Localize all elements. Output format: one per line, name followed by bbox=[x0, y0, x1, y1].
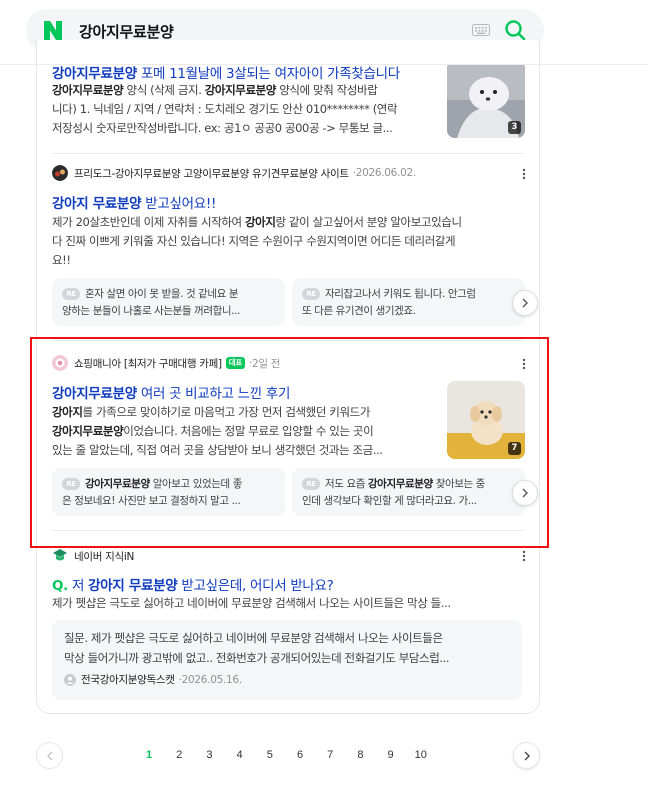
chevron-right-icon bbox=[524, 751, 530, 761]
result-title[interactable]: 강아지무료분양 포메 11월날에 3살되는 여자아이 가족찾습니다 bbox=[52, 65, 400, 82]
next-page-button[interactable] bbox=[513, 742, 540, 769]
result-snippet: 제가 펫샵은 극도로 싫어하고 네이버에 무료분양 검색해서 나오는 사이트들은… bbox=[52, 596, 451, 610]
user-avatar-icon bbox=[64, 673, 76, 686]
page-number-1[interactable]: 1 bbox=[139, 749, 159, 761]
more-options-icon[interactable] bbox=[522, 550, 526, 562]
highlight-box bbox=[30, 337, 549, 548]
image-count-badge: 3 bbox=[508, 121, 521, 134]
prev-page-button[interactable] bbox=[36, 742, 63, 769]
naver-logo-icon[interactable] bbox=[44, 21, 62, 40]
page-number-2[interactable]: 2 bbox=[169, 749, 189, 761]
page-number-7[interactable]: 7 bbox=[320, 749, 340, 761]
page-number-10[interactable]: 10 bbox=[411, 749, 431, 761]
page-number-3[interactable]: 3 bbox=[199, 749, 219, 761]
reply-badge: RE bbox=[62, 288, 80, 300]
question-mark-label: Q. bbox=[52, 578, 69, 594]
result-source[interactable]: 네이버 지식iN bbox=[52, 548, 134, 564]
chevron-left-icon bbox=[47, 751, 53, 761]
kin-favicon-icon bbox=[53, 549, 67, 561]
answer-text: 질문. 제가 펫샵은 극도로 싫어하고 네이버에 무료분양 검색해서 나오는 사… bbox=[64, 631, 450, 665]
search-input[interactable]: 강아지무료분양 bbox=[79, 21, 174, 42]
answer-author: 전국강아지분양독스캣 · 2026.05.16. bbox=[64, 672, 510, 687]
comment-card[interactable]: RE 혼자 살면 아이 못 받을. 것 같네요 분 양하는 분들이 나홀로 사는분… bbox=[52, 278, 285, 326]
comments-next-button[interactable] bbox=[512, 290, 538, 316]
result-top: 강아지무료분양 포메 11월날에 3살되는 여자아이 가족찾습니다 강아지무료분… bbox=[0, 65, 648, 155]
answer-card[interactable]: 질문. 제가 펫샵은 극도로 싫어하고 네이버에 무료분양 검색해서 나오는 사… bbox=[52, 620, 522, 700]
result-title[interactable]: 강아지 무료분양 받고싶어요!! bbox=[52, 192, 216, 212]
page-number-9[interactable]: 9 bbox=[381, 749, 401, 761]
chevron-right-icon bbox=[522, 298, 528, 308]
site-favicon-icon bbox=[52, 165, 68, 181]
more-options-icon[interactable] bbox=[522, 168, 526, 180]
page-number-4[interactable]: 4 bbox=[230, 749, 250, 761]
comment-card[interactable]: RE 자리잡고나서 키워도 됩니다. 안그럼 또 다른 유기견이 생기겠죠. bbox=[292, 278, 525, 326]
page-number-6[interactable]: 6 bbox=[290, 749, 310, 761]
keyboard-icon[interactable] bbox=[472, 24, 490, 36]
result-title[interactable]: Q. 저 강아지 무료분양 받고싶은데, 어디서 받나요? bbox=[52, 574, 334, 594]
search-icon[interactable] bbox=[504, 19, 526, 41]
result-snippet: 강아지무료분양 양식 (삭제 금지. 강아지무료분양 양식에 맞춰 작성바랍 니… bbox=[52, 83, 398, 135]
result-thumbnail[interactable]: 3 bbox=[447, 65, 525, 138]
page-number-5[interactable]: 5 bbox=[260, 749, 280, 761]
reply-badge: RE bbox=[302, 288, 320, 300]
result-snippet: 제가 20살초반인데 이제 자취를 시작하여 강아지랑 같이 살고싶어서 분양 … bbox=[52, 215, 462, 267]
divider bbox=[52, 153, 524, 154]
result-source[interactable]: 프리도그-강아지무료분양 고양이무료분양 유기견무료분양 사이트 · 2026.0… bbox=[52, 165, 416, 181]
page-number-8[interactable]: 8 bbox=[350, 749, 370, 761]
